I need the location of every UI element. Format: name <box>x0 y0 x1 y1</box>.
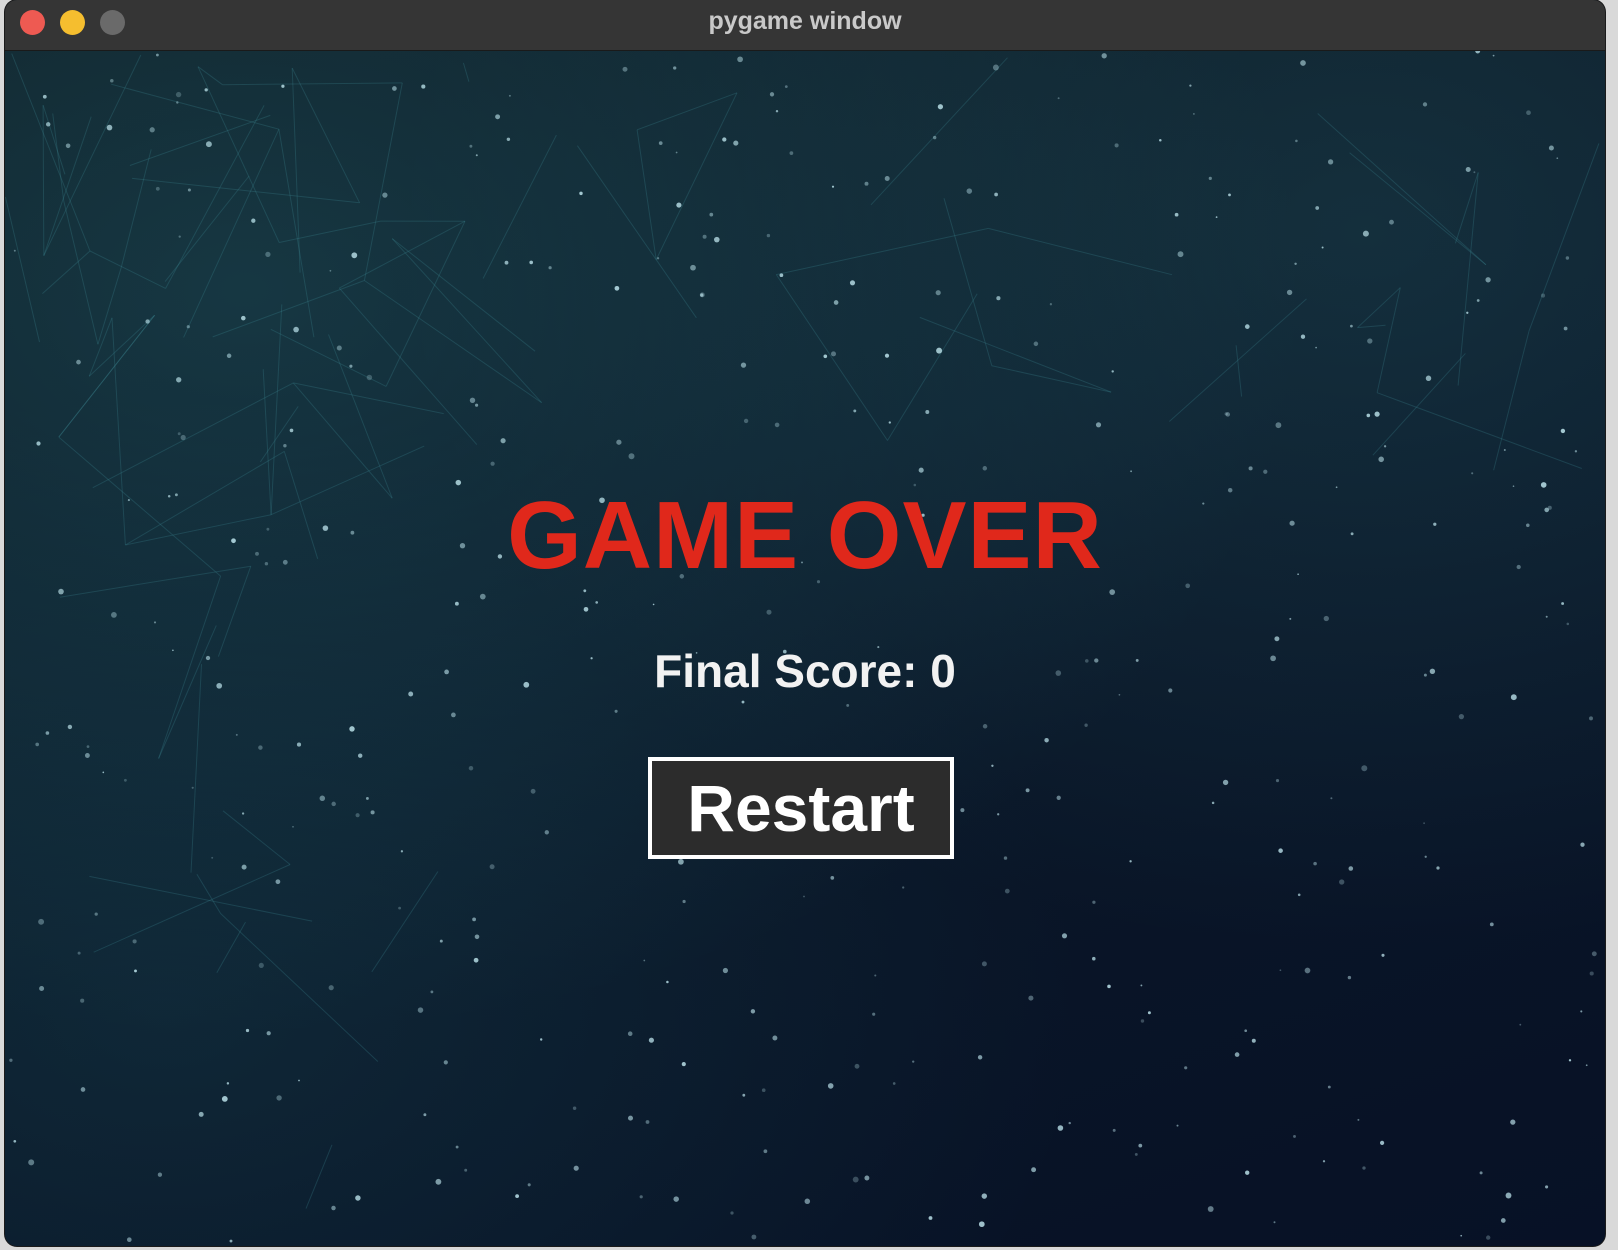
final-score-text: Final Score: 0 <box>654 645 956 697</box>
title-bar[interactable]: pygame window <box>5 0 1605 51</box>
window-title: pygame window <box>708 7 902 35</box>
game-over-heading: GAME OVER <box>507 482 1103 589</box>
game-canvas: GAME OVER Final Score: 0 Restart <box>5 51 1605 1246</box>
game-window: pygame window GAME OVER Final Score: 0 R… <box>5 0 1605 1246</box>
restart-button[interactable]: Restart <box>648 757 954 859</box>
